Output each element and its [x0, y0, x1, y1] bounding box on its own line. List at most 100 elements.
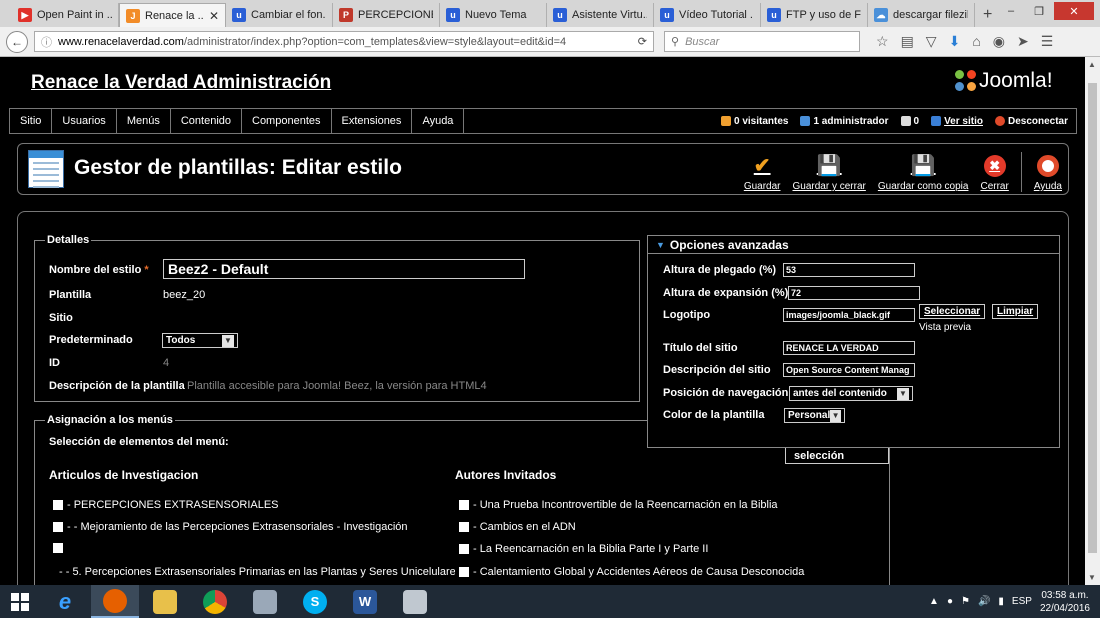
menu-item-label: - Calentamiento Global y Accidentes Aére… — [473, 566, 805, 578]
new-tab-button[interactable]: + — [975, 3, 1000, 27]
checkbox[interactable] — [53, 543, 63, 553]
logout-link[interactable]: Desconectar — [994, 116, 1068, 127]
messages-status[interactable]: 0 — [900, 116, 919, 127]
browser-tab[interactable]: u FTP y uso de Fi... — [761, 3, 868, 27]
back-arrow-icon: ← — [11, 34, 23, 49]
checkbox[interactable] — [459, 544, 469, 554]
menu-item[interactable]: Extensiones — [332, 109, 413, 133]
browser-tab-strip: ▶ Open Paint in ... J Renace la ... ✕ u Cambia… — [0, 0, 1100, 27]
save-copy-button[interactable]: 💾 Guardar como copia — [878, 155, 969, 192]
info-icon[interactable]: ⓘ — [41, 34, 52, 50]
scroll-up-icon[interactable]: ▲ — [1088, 60, 1096, 69]
taskbar-skype[interactable]: S — [291, 585, 339, 618]
checkbox[interactable] — [53, 500, 63, 510]
checkbox[interactable] — [53, 522, 63, 532]
page-scrollbar[interactable]: ▲ ▼ — [1085, 57, 1100, 585]
scroll-down-icon[interactable]: ▼ — [1088, 573, 1096, 582]
search-bar[interactable]: ⚲ Buscar — [664, 31, 860, 52]
close-icon: ✖ — [983, 155, 1006, 177]
network-icon[interactable]: ● — [947, 596, 953, 607]
details-legend: Detalles — [47, 234, 90, 246]
browser-tab[interactable]: u Vídeo Tutorial ... — [654, 3, 761, 27]
menu-item-checkbox-row[interactable] — [53, 543, 453, 553]
chat-icon[interactable]: ◉ — [993, 33, 1005, 50]
admin-title-link[interactable]: Renace la Verdad Administración — [31, 72, 331, 94]
checkbox[interactable] — [459, 567, 469, 577]
taskbar-paint[interactable] — [391, 585, 439, 618]
browser-tab[interactable]: J Renace la ... ✕ — [119, 3, 226, 27]
advanced-options-header[interactable]: ▼ Opciones avanzadas — [648, 236, 1059, 254]
advanced-options-panel: ▼ Opciones avanzadas Altura de plegado (… — [647, 235, 1060, 448]
taskbar-word[interactable]: W — [341, 585, 389, 618]
logo-input[interactable]: images/joomla_black.gif — [783, 308, 915, 322]
download-icon[interactable]: ⬇ — [949, 33, 961, 50]
start-button[interactable] — [0, 585, 40, 618]
checkbox[interactable] — [459, 522, 469, 532]
default-select[interactable]: Todos ▼ — [162, 333, 238, 348]
fold-height-input[interactable]: 53 — [783, 263, 915, 277]
nav-position-select[interactable]: antes del contenido ▼ — [789, 386, 913, 401]
taskbar-ie[interactable]: e — [41, 585, 89, 618]
menu-icon[interactable]: ☰ — [1041, 33, 1054, 50]
template-color-select[interactable]: Personal ▼ — [784, 408, 845, 423]
page-title: Gestor de plantillas: Editar estilo — [74, 156, 402, 179]
help-button[interactable]: Ayuda — [1034, 155, 1062, 192]
menu-item-checkbox-row[interactable]: - Una Prueba Incontrovertible de la Reen… — [459, 499, 879, 511]
menu-item-checkbox-row[interactable]: - - Mejoramiento de las Percepciones Ext… — [53, 521, 453, 533]
save-button[interactable]: ✔ Guardar — [744, 155, 781, 192]
browser-tab[interactable]: ▶ Open Paint in ... — [12, 3, 119, 27]
bookmark-star-icon[interactable]: ☆ — [876, 33, 889, 50]
volume-icon[interactable]: 🔊 — [978, 596, 990, 607]
clock[interactable]: 03:58 a.m. 22/04/2016 — [1040, 589, 1090, 615]
menu-item[interactable]: Usuarios — [52, 109, 117, 133]
window-close-icon[interactable]: ✕ — [1054, 2, 1094, 20]
back-button[interactable]: ← — [6, 30, 28, 53]
reading-list-icon[interactable]: ▤ — [901, 33, 914, 50]
menu-item-checkbox-row[interactable]: - - 5. Percepciones Extrasensoriales Pri… — [59, 566, 455, 578]
menu-item[interactable]: Ayuda — [412, 109, 465, 133]
url-bar[interactable]: ⓘ www.renacelaverdad.com/administrator/i… — [34, 31, 654, 52]
clear-logo-button[interactable]: Limpiar — [992, 304, 1039, 319]
show-hidden-icon[interactable]: ▲ — [929, 596, 939, 607]
menu-item-checkbox-row[interactable]: - Cambios en el ADN — [459, 521, 879, 533]
view-site-link[interactable]: Ver sitio — [931, 116, 983, 127]
checkbox[interactable] — [459, 500, 469, 510]
taskbar-chrome[interactable] — [191, 585, 239, 618]
signal-icon[interactable]: ▮ — [998, 596, 1004, 607]
browser-tab[interactable]: u Asistente Virtu... — [547, 3, 654, 27]
taskbar-explorer[interactable] — [141, 585, 189, 618]
menu-item[interactable]: Componentes — [242, 109, 332, 133]
taskbar-calculator[interactable] — [241, 585, 289, 618]
menu-item[interactable]: Menús — [117, 109, 171, 133]
floppy-copy-icon: 💾 — [910, 155, 936, 177]
menu-item[interactable]: Sitio — [10, 109, 53, 133]
home-icon[interactable]: ⌂ — [972, 33, 980, 50]
reload-icon[interactable]: ⟳ — [638, 35, 647, 48]
select-logo-button[interactable]: Seleccionar — [919, 304, 986, 319]
browser-tab[interactable]: u Nuevo Tema — [440, 3, 547, 27]
restore-icon[interactable]: ❐ — [1026, 2, 1052, 20]
menu-item-checkbox-row[interactable]: - Calentamiento Global y Accidentes Aére… — [459, 566, 879, 578]
close-button[interactable]: ✖ Cerrar — [980, 155, 1009, 192]
menu-item[interactable]: Contenido — [171, 109, 242, 133]
pocket-icon[interactable]: ▽ — [926, 33, 937, 50]
tab-close-icon[interactable]: ✕ — [209, 9, 219, 23]
save-close-button[interactable]: 💾 Guardar y cerrar — [793, 155, 866, 192]
expand-height-input[interactable]: 72 — [788, 286, 920, 300]
minimize-icon[interactable]: – — [998, 2, 1024, 20]
site-desc-input[interactable]: Open Source Content Manag — [783, 363, 915, 377]
style-name-input[interactable]: Beez2 - Default — [163, 259, 525, 279]
send-icon[interactable]: ➤ — [1017, 33, 1029, 50]
browser-tab[interactable]: u Cambiar el fon... — [226, 3, 333, 27]
menu-item-checkbox-row[interactable]: - PERCEPCIONES EXTRASENSORIALES — [53, 499, 453, 511]
flag-icon[interactable]: ⚑ — [961, 596, 970, 607]
menu-item-checkbox-row[interactable]: - La Reencarnación en la Biblia Parte I … — [459, 543, 879, 555]
col2-title: Autores Invitados — [455, 468, 557, 482]
scrollbar-thumb[interactable] — [1088, 83, 1097, 553]
calculator-icon — [253, 589, 277, 614]
site-title-input[interactable]: RENACE LA VERDAD — [783, 341, 915, 355]
browser-tab[interactable]: ☁ descargar filezil... — [868, 3, 975, 27]
taskbar-firefox[interactable] — [91, 585, 139, 618]
browser-tab[interactable]: P PERCEPCIONE... — [333, 3, 440, 27]
language-indicator[interactable]: ESP — [1012, 596, 1032, 607]
